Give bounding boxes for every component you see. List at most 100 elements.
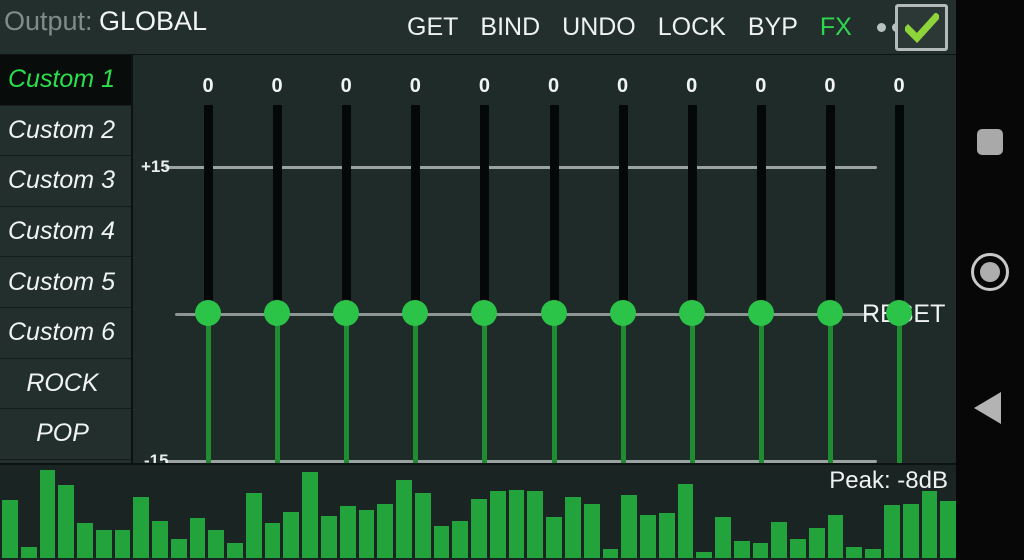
eq-slider-1k[interactable]: 01k bbox=[601, 55, 645, 463]
eq-slider-16k[interactable]: 016k bbox=[877, 55, 921, 463]
eq-slider-track-lower bbox=[827, 313, 833, 463]
header-button-undo[interactable]: UNDO bbox=[551, 0, 647, 55]
spectrum-bar bbox=[414, 492, 431, 558]
eq-slider-track-lower bbox=[413, 313, 419, 463]
check-icon bbox=[904, 12, 939, 43]
spectrum-bars bbox=[0, 465, 956, 558]
spectrum-bar bbox=[883, 505, 900, 558]
eq-slider-thumb[interactable] bbox=[886, 300, 912, 326]
spectrum-bar bbox=[20, 546, 37, 558]
eq-slider-thumb[interactable] bbox=[816, 300, 843, 326]
eq-slider-8k[interactable]: 08k bbox=[808, 55, 852, 463]
eq-slider-track-upper bbox=[687, 105, 697, 313]
header-button-fx[interactable]: FX bbox=[809, 0, 863, 55]
spectrum-bar bbox=[921, 491, 938, 558]
eq-slider-thumb[interactable] bbox=[333, 300, 360, 326]
spectrum-bar bbox=[264, 522, 281, 558]
spectrum-bar bbox=[170, 539, 187, 558]
spectrum-bar bbox=[602, 548, 619, 558]
eq-slider-thumb[interactable] bbox=[264, 300, 291, 326]
eq-slider-value: 0 bbox=[547, 75, 560, 97]
spectrum-bar bbox=[771, 521, 788, 558]
confirm-button[interactable] bbox=[895, 4, 948, 51]
eq-slider-track-upper bbox=[756, 105, 766, 313]
spectrum-bar bbox=[133, 496, 150, 558]
spectrum-bar bbox=[621, 494, 638, 558]
triangle-left-icon[interactable] bbox=[974, 392, 1001, 424]
sidebar-item-label: Custom 5 bbox=[8, 267, 115, 296]
spectrum-bar bbox=[865, 548, 881, 558]
eq-slider-thumb[interactable] bbox=[678, 300, 705, 326]
axis-label-top: +15 bbox=[141, 157, 170, 176]
sidebar-item-custom-1[interactable]: Custom 1 bbox=[0, 55, 131, 106]
eq-slider-value: 0 bbox=[271, 75, 283, 97]
sidebar-item-custom-3[interactable]: Custom 3 bbox=[0, 156, 131, 207]
eq-slider-value: 0 bbox=[478, 75, 490, 97]
spectrum-bar bbox=[564, 496, 581, 558]
sidebar-item-pop[interactable]: POP bbox=[0, 409, 131, 460]
header-button-bind[interactable]: BIND bbox=[469, 0, 551, 55]
spectrum-bar bbox=[808, 528, 825, 558]
eq-slider-value: 0 bbox=[202, 75, 214, 97]
spectrum-bar bbox=[715, 517, 731, 558]
sidebar-item-rock[interactable]: ROCK bbox=[0, 358, 131, 410]
spectrum-bar bbox=[677, 483, 694, 558]
spectrum-bar bbox=[733, 541, 750, 558]
spectrum-bar bbox=[58, 485, 75, 558]
eq-slider-track-lower bbox=[482, 313, 488, 463]
header-button-group: GET BIND UNDO LOCK BYP FX bbox=[396, 0, 930, 55]
spectrum-bar bbox=[433, 526, 450, 558]
spectrum-bar bbox=[227, 543, 243, 558]
eq-slider-track-lower bbox=[275, 313, 281, 463]
eq-slider-64[interactable]: 064 bbox=[324, 55, 368, 463]
sidebar-item-label: Custom 6 bbox=[8, 318, 115, 347]
preset-sidebar[interactable]: Custom 1 Custom 2 Custom 3 Custom 4 Custom 5… bbox=[0, 55, 133, 463]
sidebar-item-custom-4[interactable]: Custom 4 bbox=[0, 206, 131, 258]
output-value[interactable]: GLOBAL bbox=[99, 6, 207, 37]
eq-slider-270[interactable]: 0270 bbox=[462, 55, 506, 463]
spectrum-bar bbox=[39, 469, 56, 558]
spectrum-bar bbox=[77, 522, 93, 558]
eq-slider-value: 0 bbox=[824, 75, 836, 97]
eq-slider-4k[interactable]: 04k bbox=[739, 55, 783, 463]
eq-slider-track-lower bbox=[344, 313, 350, 463]
sidebar-item-custom-5[interactable]: Custom 5 bbox=[0, 257, 131, 308]
square-icon[interactable] bbox=[977, 129, 1003, 155]
eq-slider-130[interactable]: 0130 bbox=[393, 55, 437, 463]
eq-slider-gain[interactable]: 0GAIN bbox=[186, 55, 230, 463]
spectrum-analyzer: Peak: -8dB bbox=[0, 463, 956, 560]
eq-slider-32[interactable]: 032 bbox=[255, 55, 299, 463]
spectrum-bar bbox=[489, 491, 506, 558]
eq-slider-value: 0 bbox=[409, 75, 421, 97]
eq-slider-thumb[interactable] bbox=[540, 300, 567, 326]
spectrum-bar bbox=[114, 530, 131, 558]
eq-slider-value: 0 bbox=[617, 75, 629, 97]
eq-slider-thumb[interactable] bbox=[195, 300, 221, 326]
spectrum-bar bbox=[152, 520, 168, 558]
sidebar-item-label: Custom 3 bbox=[8, 166, 115, 195]
spectrum-bar bbox=[902, 504, 919, 558]
spectrum-bar bbox=[471, 499, 487, 558]
peak-readout: Peak: -8dB bbox=[829, 467, 948, 494]
spectrum-bar bbox=[452, 520, 469, 558]
eq-slider-thumb[interactable] bbox=[402, 300, 429, 326]
eq-slider-2k[interactable]: 02k bbox=[670, 55, 714, 463]
sidebar-item-custom-6[interactable]: Custom 6 bbox=[0, 307, 131, 359]
spectrum-bar bbox=[245, 492, 262, 558]
header-button-get[interactable]: GET bbox=[396, 0, 469, 55]
spectrum-bar bbox=[827, 515, 844, 558]
eq-slider-value: 0 bbox=[755, 75, 767, 97]
eq-slider-thumb[interactable] bbox=[471, 300, 498, 326]
header-button-lock[interactable]: LOCK bbox=[647, 0, 737, 55]
spectrum-bar bbox=[321, 516, 337, 558]
circle-icon[interactable] bbox=[971, 253, 1009, 291]
eq-slider-650[interactable]: 0650 bbox=[532, 55, 576, 463]
header-button-byp[interactable]: BYP bbox=[737, 0, 809, 55]
sidebar-item-custom-2[interactable]: Custom 2 bbox=[0, 105, 131, 157]
sidebar-item-label: Custom 1 bbox=[8, 65, 115, 94]
spectrum-bar bbox=[508, 490, 525, 558]
eq-slider-thumb[interactable] bbox=[609, 300, 636, 326]
eq-slider-value: 0 bbox=[340, 75, 352, 97]
eq-slider-thumb[interactable] bbox=[747, 300, 774, 326]
spectrum-bar bbox=[940, 501, 956, 558]
